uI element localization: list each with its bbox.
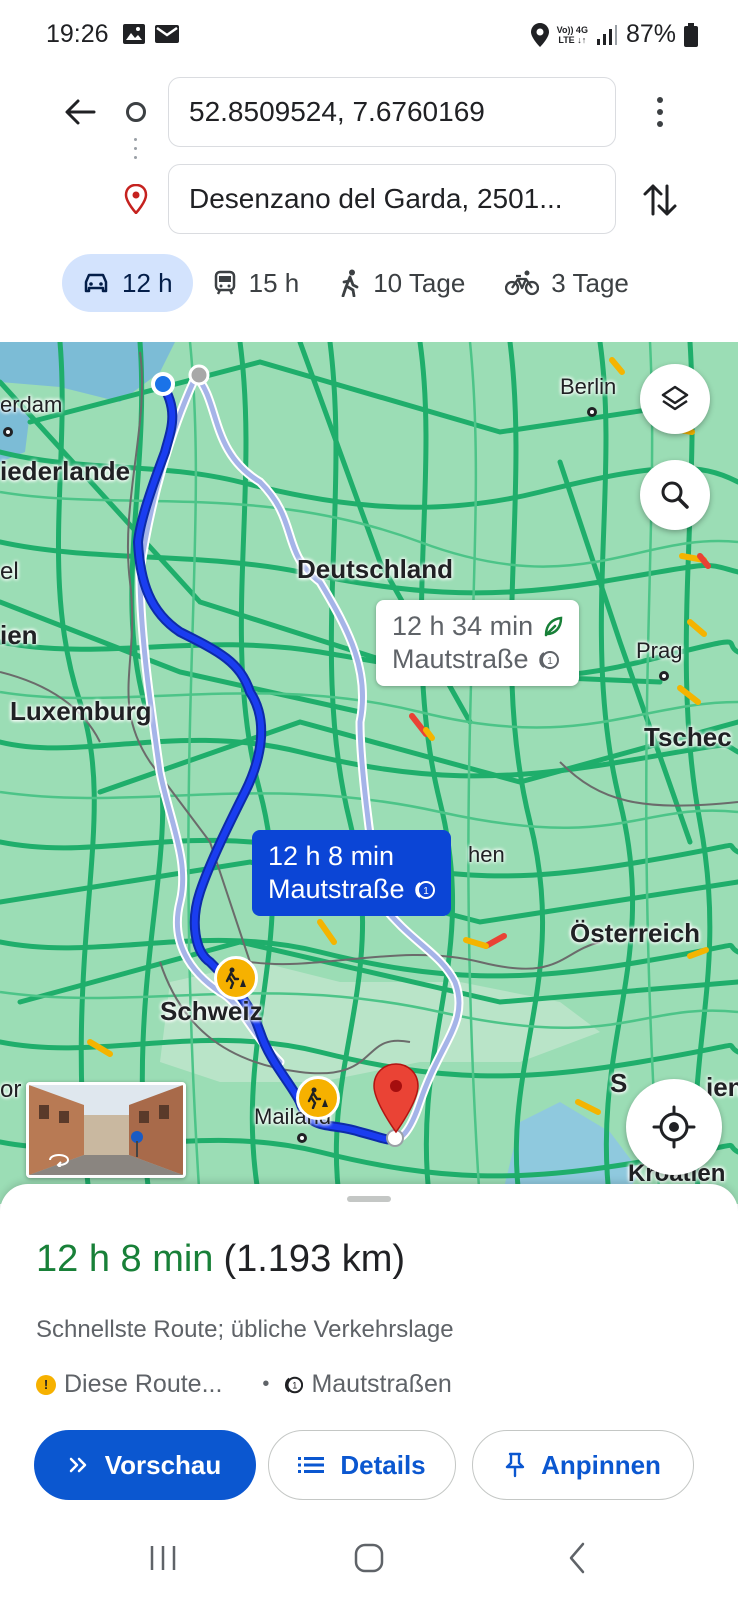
travel-mode-tabs: 12 h 15 h 10 Tage 3 Tage [62, 254, 649, 312]
status-time: 19:26 [46, 20, 109, 48]
route-warnings: ! Diese Route... • 1 Mautstraßen [36, 1370, 452, 1399]
toll-icon: 1 [538, 650, 559, 669]
search-along-route-button[interactable] [640, 460, 710, 530]
crosshair-icon [652, 1105, 696, 1149]
search-icon [661, 481, 689, 509]
mode-tab-car[interactable]: 12 h [62, 254, 193, 312]
map-label-frankreich-partial: or [0, 1076, 22, 1103]
more-options-button[interactable] [648, 92, 672, 132]
back-nav-button[interactable] [552, 1538, 602, 1578]
mode-bicycle-label: 3 Tage [551, 267, 629, 298]
signal-icon [596, 24, 617, 45]
back-button[interactable] [60, 92, 100, 132]
eco-leaf-icon [544, 616, 563, 636]
my-location-button[interactable] [626, 1079, 722, 1175]
toll-icon: 1 [414, 880, 435, 899]
map-label-amsterdam: erdam [0, 392, 63, 417]
toll-icon: 1 [285, 1376, 304, 1393]
mode-tab-walking[interactable]: 10 Tage [319, 254, 485, 312]
rotate-360-icon [49, 1153, 70, 1167]
map-label-muenchen: hen [468, 842, 505, 867]
svg-text:1: 1 [547, 656, 553, 667]
construction-icon [225, 967, 246, 989]
origin-circle-icon [126, 102, 146, 122]
car-icon [84, 273, 108, 293]
alt-route-toll: Mautstraße [392, 644, 529, 674]
mode-tab-transit[interactable]: 15 h [193, 254, 320, 312]
status-right: Vo)) 4G LTE ↓↑ 87% [530, 20, 698, 49]
map-label-schweiz: Schweiz [160, 996, 263, 1026]
home-button[interactable] [344, 1538, 394, 1578]
details-button[interactable]: Details [268, 1430, 456, 1500]
alternative-route-card[interactable]: 12 h 34 min Mautstraße 1 [376, 600, 580, 686]
warning-text[interactable]: Diese Route... [64, 1370, 222, 1399]
construction-icon [307, 1087, 328, 1109]
destination-pin-icon [124, 184, 148, 214]
mode-car-label: 12 h [122, 267, 173, 298]
double-chevron-icon [69, 1457, 86, 1473]
train-icon [214, 270, 235, 295]
main-route-toll: Mautstraße [268, 874, 405, 904]
map-label-slowenien: S [610, 1068, 628, 1098]
network-indicator: Vo)) 4G LTE ↓↑ [556, 24, 588, 45]
arrow-back-icon [65, 99, 96, 125]
mail-icon [155, 25, 179, 43]
map-view[interactable]: erdam iederlande Berlin Deutschland el i… [0, 342, 738, 1204]
map-label-prag: Prag [636, 638, 683, 663]
gallery-icon [123, 24, 145, 44]
mode-transit-label: 15 h [248, 267, 300, 298]
preview-button[interactable]: Vorschau [34, 1430, 256, 1500]
map-label-luxemburg: Luxemburg [10, 696, 152, 726]
main-route-duration: 12 h 8 min [268, 841, 395, 871]
map-label-berlin: Berlin [560, 374, 617, 399]
list-icon [298, 1457, 325, 1473]
battery-icon [684, 22, 698, 47]
route-connector-dots [134, 138, 138, 168]
map-label-belgien-partial: el [0, 558, 19, 585]
battery-percent: 87% [625, 20, 676, 48]
pin-icon [505, 1452, 525, 1478]
mode-walking-label: 10 Tage [373, 267, 466, 298]
pin-button[interactable]: Anpinnen [472, 1430, 694, 1500]
map-label-tschechien: Tschec [644, 722, 732, 752]
walking-icon [341, 269, 359, 297]
swap-directions-button[interactable] [640, 178, 680, 222]
home-icon [354, 1543, 384, 1573]
route-distance: (1.193 km) [223, 1238, 406, 1280]
separator-bullet: • [262, 1373, 270, 1395]
mode-tab-bicycle[interactable]: 3 Tage [485, 254, 649, 312]
construction-marker[interactable] [296, 1076, 340, 1120]
destination-input[interactable]: Desenzano del Garda, 2501... [168, 164, 616, 234]
layers-button[interactable] [640, 364, 710, 434]
street-view-thumbnail[interactable] [26, 1082, 186, 1178]
layers-icon [661, 385, 689, 411]
map-label-deutschland: Deutschland [297, 554, 454, 584]
selected-route-card[interactable]: 12 h 8 min Mautstraße 1 [252, 830, 451, 916]
sheet-drag-handle[interactable] [347, 1196, 391, 1202]
system-navigation-bar [0, 1528, 738, 1600]
svg-text:1: 1 [293, 1380, 298, 1390]
notification-icons [122, 22, 180, 46]
bicycle-icon [505, 270, 540, 296]
construction-marker[interactable] [214, 956, 258, 1000]
svg-text:1: 1 [423, 886, 429, 897]
location-icon [530, 22, 549, 47]
chevron-left-icon [569, 1542, 585, 1574]
route-summary: 12 h 8 min (1.193 km) [36, 1238, 405, 1281]
warning-icon: ! [36, 1374, 56, 1395]
map-label-niederlande: iederlande [0, 456, 131, 486]
alt-route-duration: 12 h 34 min [392, 611, 534, 641]
recent-apps-button[interactable] [138, 1538, 188, 1578]
recent-apps-icon [150, 1546, 176, 1570]
details-button-label: Details [340, 1449, 426, 1480]
route-duration: 12 h 8 min [36, 1238, 214, 1280]
pin-button-label: Anpinnen [541, 1449, 661, 1480]
route-description: Schnellste Route; übliche Verkehrslage [36, 1316, 454, 1343]
map-label-belgien: ien [0, 620, 38, 650]
origin-input[interactable]: 52.8509524, 7.6760169 [168, 77, 616, 147]
map-label-oesterreich: Österreich [570, 918, 701, 948]
status-bar: 19:26 Vo)) 4G LTE ↓↑ 87% [0, 0, 738, 72]
preview-button-label: Vorschau [104, 1449, 222, 1480]
tolls-text: Mautstraßen [311, 1370, 452, 1398]
